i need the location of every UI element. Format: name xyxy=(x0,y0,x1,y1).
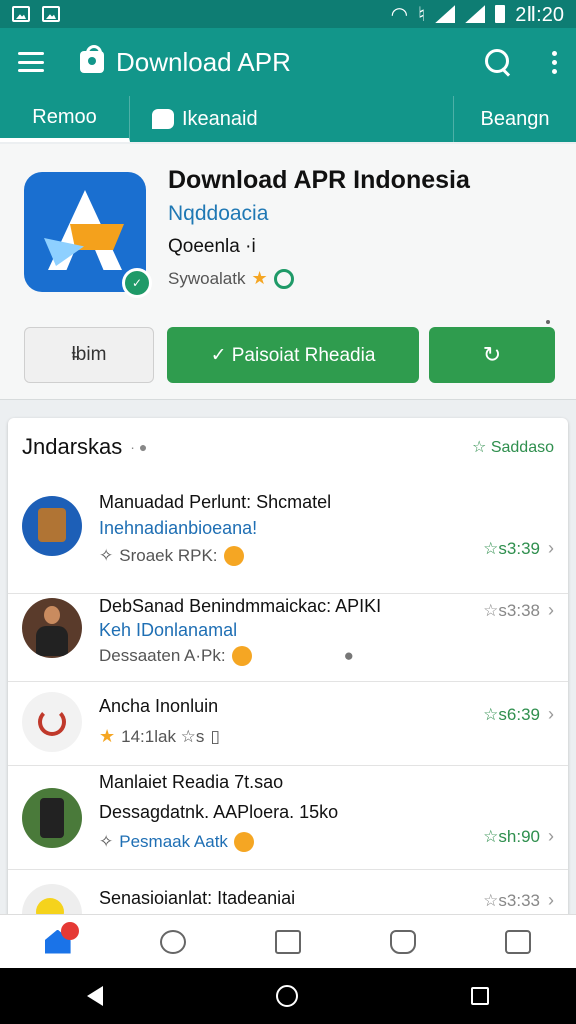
tab-label: Ikeanaid xyxy=(182,107,258,130)
list-item-meta-text: Sroaek RPK: xyxy=(119,546,218,565)
app-name: Download APR Indonesia xyxy=(168,166,470,194)
list-item-title: DebSanad Benindmmaickac: APIKI xyxy=(99,596,382,616)
app-avatar xyxy=(22,598,82,658)
related-list-card: Jndarskas · ● ☆ Saddaso Manuadad Perlunt… xyxy=(8,418,568,948)
list-item-right: ☆s6:39 › xyxy=(483,704,554,725)
signal-icon xyxy=(435,5,456,23)
nav-home[interactable] xyxy=(44,921,79,954)
star-icon: ★ xyxy=(99,726,116,746)
recent-apps-icon[interactable] xyxy=(471,987,490,1005)
signal-icon-2 xyxy=(465,5,486,23)
more-vert-icon[interactable] xyxy=(552,50,558,74)
wallet-icon[interactable] xyxy=(505,929,532,954)
list-item-subtitle: Inehnadianbioeana! xyxy=(99,518,258,538)
app-bar: Download APR xyxy=(0,28,576,96)
tab-ikeanaid[interactable]: Ikeanaid xyxy=(130,96,454,142)
status-time: 2Ⅱ:20 xyxy=(515,3,564,26)
list-item-title: Manuadad Perlunt: Shcmatel xyxy=(99,492,332,512)
hand-icon[interactable] xyxy=(390,929,417,954)
rating-text: Sywoalatk xyxy=(168,268,246,288)
notification-badge xyxy=(60,921,79,940)
gallery-notification-icon xyxy=(12,6,30,22)
install-button[interactable]: ✓ Paisoiat Rheadia xyxy=(167,327,419,383)
list-item-subtitle: Keh IDonlanamal xyxy=(99,620,238,640)
tab-label: Beangn xyxy=(480,107,550,130)
search-icon[interactable] xyxy=(484,48,512,76)
list-item-value: ☆s6:39 xyxy=(483,704,540,724)
emoji-icon xyxy=(231,646,252,666)
list-item-meta: ✧ Pesmaak Aatk xyxy=(99,832,254,852)
app-meta: Qoeenla ·i xyxy=(168,236,256,257)
list-item-meta-text: Dessaaten A·Pk: xyxy=(99,646,226,665)
system-nav-bar xyxy=(0,968,576,1024)
back-icon[interactable] xyxy=(86,986,103,1006)
list-item-meta: Dessaaten A·Pk: ● xyxy=(99,646,354,666)
secondary-button[interactable]: ƚ̵bim xyxy=(24,327,154,383)
chevron-right-icon: › xyxy=(548,538,554,558)
tab-bar: Remoo Ikeanaid Beangn xyxy=(0,96,576,142)
list-item-right: ☆s3:39 › xyxy=(483,538,554,559)
bottom-nav xyxy=(0,914,576,968)
chevron-right-icon: › xyxy=(548,704,554,724)
list-item[interactable]: Manlaiet Readia 7t.sao Dessagdatnk. AAPl… xyxy=(8,766,568,870)
status-notifications xyxy=(12,6,60,22)
list-item-value: ☆s3:38 xyxy=(483,600,540,620)
edit-icon[interactable] xyxy=(274,929,301,954)
list-item-meta-text: 14:1lak ☆s xyxy=(121,726,205,746)
app-developer-link[interactable]: Nqddoacia xyxy=(168,202,268,226)
tab-label: Remoo xyxy=(32,105,97,128)
chevron-right-icon: › xyxy=(548,826,554,846)
chevron-right-icon: › xyxy=(548,600,554,620)
verified-badge-icon: ✓ xyxy=(122,268,152,298)
chevron-right-icon: › xyxy=(548,890,554,910)
list-item[interactable]: DebSanad Benindmmaickac: APIKI Keh IDonl… xyxy=(8,594,568,682)
location-icon: ● xyxy=(343,646,354,665)
list-item-title: Senasioianlat: Itadeaniai xyxy=(99,888,296,908)
list-title: Jndarskas xyxy=(22,434,123,459)
emoji-icon xyxy=(233,832,254,852)
list-item-value: ☆sh:90 xyxy=(483,826,540,846)
list-item-right: ☆s3:33 › xyxy=(483,890,554,911)
app-avatar xyxy=(22,692,82,752)
pin-icon: ✧ xyxy=(99,832,114,851)
list-item-title: Ancha Inonluin xyxy=(99,696,219,716)
chat-bubble-icon xyxy=(152,109,174,129)
list-item-meta: ✧ Sroaek RPK: xyxy=(99,546,244,566)
list-title-suffix: · ● xyxy=(130,439,148,455)
list-header: Jndarskas · ● ☆ Saddaso xyxy=(22,432,554,462)
list-item[interactable]: Manuadad Perlunt: Shcmatel Inehnadianbio… xyxy=(8,480,568,594)
list-item-right: ☆sh:90 › xyxy=(483,826,554,847)
list-item-right: ☆s3:38 › xyxy=(483,600,554,621)
vibrate-icon: ♮ xyxy=(418,3,426,26)
battery-icon xyxy=(495,5,506,23)
hamburger-icon[interactable] xyxy=(18,52,44,72)
app-avatar xyxy=(22,496,82,556)
list-action-link[interactable]: ☆ Saddaso xyxy=(472,437,554,457)
star-icon: ★ xyxy=(251,268,268,288)
wifi-icon: ◠ xyxy=(390,3,409,26)
app-rating: Sywoalatk ★ xyxy=(168,268,294,289)
status-bar: ◠ ♮ 2Ⅱ:20 xyxy=(0,0,576,28)
list-item-meta-text: Pesmaak Aatk xyxy=(119,832,228,851)
tab-remoo[interactable]: Remoo xyxy=(0,96,130,142)
pin-icon: ✧ xyxy=(99,546,114,565)
page-title: Download APR xyxy=(116,46,291,77)
app-avatar xyxy=(22,788,82,848)
refresh-button[interactable]: ↻ xyxy=(429,327,555,383)
list-item[interactable]: Ancha Inonluin ★ 14:1lak ☆s ▯ ☆s6:39 › xyxy=(8,682,568,766)
lock-icon: ▯ xyxy=(210,726,220,746)
emoji-icon xyxy=(223,546,244,566)
list-item-subtitle: Dessagdatnk. AAPloera. 15ko xyxy=(99,802,339,822)
photo-notification-icon xyxy=(42,6,60,22)
green-circle-icon xyxy=(273,268,294,289)
list-item-value: ☆s3:33 xyxy=(483,890,540,910)
list-item-title: Manlaiet Readia 7t.sao xyxy=(99,772,284,792)
list-item-value: ☆s3:39 xyxy=(483,538,540,558)
list-item-meta: ★ 14:1lak ☆s ▯ xyxy=(99,726,220,747)
chat-icon[interactable] xyxy=(159,929,186,954)
tab-beangn[interactable]: Beangn xyxy=(454,96,576,142)
home-circle-icon[interactable] xyxy=(275,985,298,1007)
store-bag-icon xyxy=(80,45,104,73)
status-indicators: ◠ ♮ 2Ⅱ:20 xyxy=(391,2,564,27)
